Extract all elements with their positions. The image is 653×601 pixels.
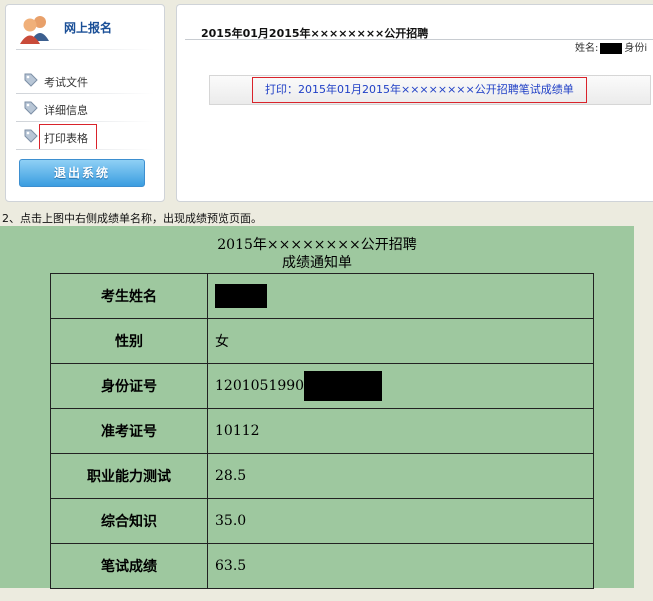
id-label: 身份i	[624, 43, 648, 54]
print-bar: 打印：2015年01月2015年××××××××公开招聘笔试成绩单	[209, 75, 651, 105]
print-score-link[interactable]: 打印：2015年01月2015年××××××××公开招聘笔试成绩单	[252, 77, 587, 103]
row-label: 职业能力测试	[50, 453, 208, 499]
sidebar-item-print-forms[interactable]: 打印表格	[24, 124, 154, 150]
row-value: 28.5	[207, 453, 594, 499]
sidebar-item-label: 打印表格	[44, 132, 88, 145]
score-table: 考生姓名 性别 女 身份证号 1201051990 准考证号 10112 职业能…	[50, 273, 594, 589]
redaction-box	[600, 42, 623, 54]
table-row: 职业能力测试 28.5	[50, 453, 594, 499]
table-row: 准考证号 10112	[50, 408, 594, 454]
sheet-title: 2015年××××××××公开招聘 成绩通知单	[0, 236, 634, 272]
id-number: 1201051990	[215, 378, 305, 394]
sidebar-title: 网上报名	[64, 21, 113, 35]
row-value: 63.5	[207, 543, 594, 589]
sheet-title-line2: 成绩通知单	[282, 255, 352, 271]
sidebar-item-label: 考试文件	[44, 76, 88, 89]
row-label: 考生姓名	[50, 273, 208, 319]
row-value: 1201051990	[207, 363, 594, 409]
redaction-box	[304, 371, 383, 401]
divider	[16, 49, 154, 50]
divider	[16, 121, 154, 122]
row-label: 身份证号	[50, 363, 208, 409]
sidebar: 网上报名 考试文件 详细信息 打印表格 退出系统	[5, 4, 165, 202]
row-label: 笔试成绩	[50, 543, 208, 589]
logout-button[interactable]: 退出系统	[19, 159, 145, 187]
table-row: 笔试成绩 63.5	[50, 543, 594, 589]
row-label: 准考证号	[50, 408, 208, 454]
sidebar-item-exam-files[interactable]: 考试文件	[24, 71, 154, 91]
instruction-caption: 2、点击上图中右侧成绩单名称，出现成绩预览页面。	[2, 212, 262, 225]
name-label: 姓名:	[575, 43, 599, 54]
sidebar-header: 网上报名	[18, 13, 158, 45]
redaction-box	[215, 284, 267, 308]
sidebar-item-label: 详细信息	[44, 104, 88, 117]
table-row: 身份证号 1201051990	[50, 363, 594, 409]
table-row: 性别 女	[50, 318, 594, 364]
row-value: 女	[207, 318, 594, 364]
main-panel: 2015年01月2015年××××××××公开招聘 姓名: 身份i 打印：2015…	[176, 4, 653, 202]
tag-icon	[24, 73, 38, 87]
row-label: 性别	[50, 318, 208, 364]
table-row: 考生姓名	[50, 273, 594, 319]
table-row: 综合知识 35.0	[50, 498, 594, 544]
divider	[16, 149, 154, 150]
row-label: 综合知识	[50, 498, 208, 544]
divider	[16, 93, 154, 94]
row-value: 35.0	[207, 498, 594, 544]
score-sheet: 2015年××××××××公开招聘 成绩通知单 考生姓名 性别 女 身份证号 1…	[0, 226, 634, 589]
users-icon	[20, 16, 49, 44]
user-info: 姓名: 身份i	[575, 39, 647, 54]
sidebar-item-details[interactable]: 详细信息	[24, 99, 154, 119]
tag-icon	[24, 101, 38, 115]
row-value	[207, 273, 594, 319]
sheet-title-line1: 2015年××××××××公开招聘	[217, 237, 417, 253]
row-value: 10112	[207, 408, 594, 454]
tag-icon	[24, 129, 38, 143]
